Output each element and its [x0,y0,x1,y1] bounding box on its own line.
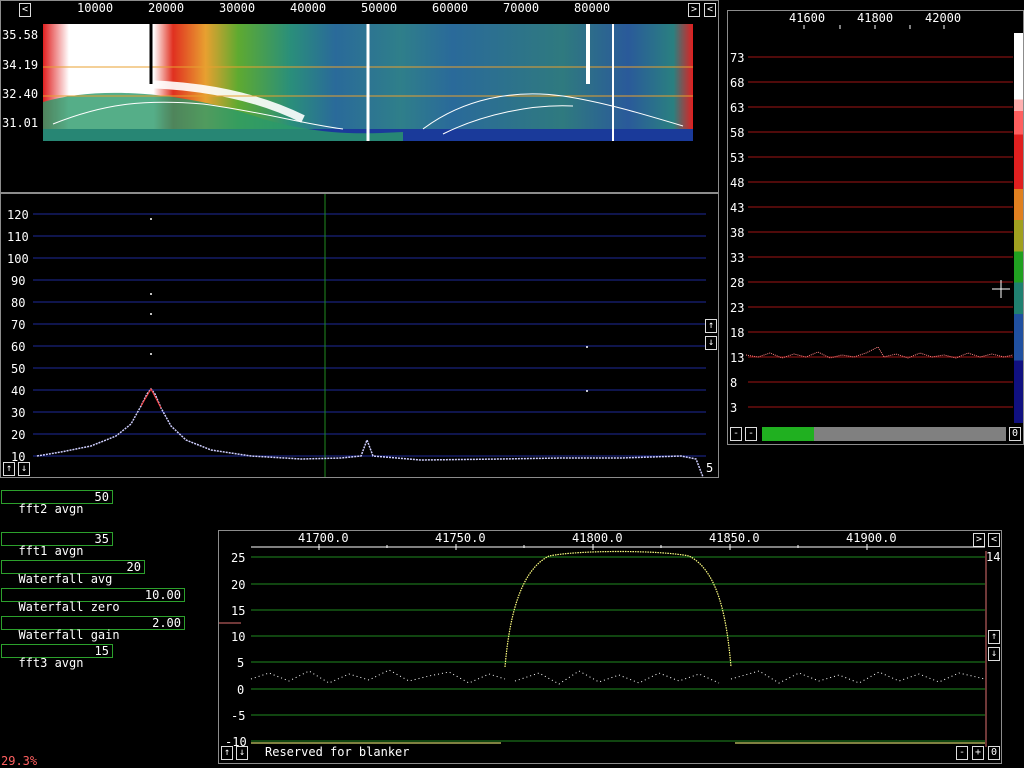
waterfall-avg-param[interactable]: Waterfall avg 20 [1,560,145,585]
hires-y-label: 38 [730,226,745,240]
hires-y-label: 18 [730,326,745,340]
param-label: fft1 avgn [18,544,84,558]
baseband-y-label: -5 [231,709,246,723]
baseband-minus-button[interactable]: - [956,746,968,760]
waterfall-time-label: 34.19 [2,58,39,72]
waterfall-time-label: 35.58 [2,28,39,42]
hires-y-label: 73 [730,51,745,65]
baseband-bottom-value[interactable]: 0 [988,746,1000,760]
waterfall-scroll-left-button-2[interactable]: < [704,3,716,17]
freq-tick-label: 80000 [574,1,611,15]
fft1-avgn-param[interactable]: fft1 avgn 35 [1,532,113,557]
spectrum-zero-down-button[interactable]: ↓ [18,462,30,476]
baseband-panel[interactable]: 41700.0 41750.0 41800.0 41850.0 41900.0 … [218,530,1002,764]
freq-tick-label: 60000 [432,1,469,15]
baseband-y-label: 10 [231,630,246,644]
param-label: fft2 avgn [18,502,84,516]
spectrum-y-label: 20 [11,428,26,442]
waterfall-panel[interactable]: < > < 10000 20000 30000 40000 50000 6000… [0,0,719,193]
baseband-y-label: 15 [231,604,246,618]
baseband-y-label: 25 [231,551,246,565]
hires-y-label: 43 [730,201,745,215]
spectrum-zero-up-button[interactable]: ↑ [3,462,15,476]
hires-plot[interactable] [728,11,1013,429]
cpu-load-label: 29.3% [1,754,38,768]
freq-tick-label: 40000 [290,1,327,15]
hires-minus-button[interactable]: - [730,427,742,441]
baseband-zero-up-button[interactable]: ↑ [221,746,233,760]
param-value: 10.00 [144,588,181,602]
waterfall-freq-axis: 10000 20000 30000 40000 50000 60000 7000… [41,1,691,19]
waterfall-image[interactable] [43,24,693,141]
param-value: 50 [94,490,109,504]
hires-y-label: 8 [730,376,738,390]
param-label: Waterfall gain [18,628,120,642]
hires-bottom-value[interactable]: 0 [1009,427,1021,441]
fft3-avgn-param[interactable]: fft3 avgn 15 [1,644,113,669]
spectrum-panel[interactable]: 120 110 100 90 80 70 60 50 40 30 20 10 ↑… [0,193,719,478]
spectrum-y-label: 80 [11,296,26,310]
spectrum-y-label: 50 [11,362,26,376]
fft2-avgn-param[interactable]: fft2 avgn 50 [1,490,113,515]
hires-y-label: 53 [730,151,745,165]
freq-tick-label: 20000 [148,1,185,15]
spectrum-y-label: 120 [7,208,29,222]
spectrum-y-label: 70 [11,318,26,332]
freq-tick-label: 10000 [77,1,114,15]
baseband-plus-button[interactable]: + [972,746,984,760]
freq-tick-label: 70000 [503,1,540,15]
param-label: Waterfall avg [18,572,113,586]
spectrum-y-label: 60 [11,340,26,354]
hires-y-label: 28 [730,276,745,290]
hires-y-label: 63 [730,101,745,115]
hires-y-label: 3 [730,401,738,415]
spectrum-scale-down-button[interactable]: ↓ [705,336,717,350]
spectrum-y-label: 30 [11,406,26,420]
param-label: Waterfall zero [18,600,120,614]
param-label: fft3 avgn [18,656,84,670]
waterfall-scroll-left-button[interactable]: < [19,3,31,17]
param-value: 15 [94,644,109,658]
baseband-scale-down-button[interactable]: ↓ [988,647,1000,661]
spectrum-y-label: 100 [7,252,29,266]
param-value: 20 [126,560,141,574]
baseband-plot[interactable] [219,531,1001,747]
freq-tick-label: 50000 [361,1,398,15]
baseband-zero-down-button[interactable]: ↓ [236,746,248,760]
spectrum-corner-label: 5 [706,461,714,475]
freq-tick-label: 30000 [219,1,256,15]
waterfall-time-label: 31.01 [2,116,39,130]
baseband-corner-value: 14 [986,550,1001,564]
hires-y-label: 58 [730,126,745,140]
param-value: 2.00 [152,616,181,630]
hires-y-label: 68 [730,76,745,90]
baseband-scale-up-button[interactable]: ↑ [988,630,1000,644]
spectrum-y-label: 110 [7,230,29,244]
baseband-y-label: 0 [237,683,245,697]
hires-y-label: 33 [730,251,745,265]
hires-y-label: 48 [730,176,745,190]
spectrum-y-label: 40 [11,384,26,398]
baseband-y-label: 5 [237,656,245,670]
hires-y-label: 23 [730,301,745,315]
hires-level-bar[interactable] [762,427,1006,441]
hires-panel[interactable]: 41600 41800 42000 73 68 63 58 53 48 43 3… [727,10,1024,445]
spectrum-scale-up-button[interactable]: ↑ [705,319,717,333]
hires-minus-button-2[interactable]: - [745,427,757,441]
waterfall-time-label: 32.40 [2,87,39,101]
spectrum-plot[interactable] [1,194,718,477]
waterfall-zero-param[interactable]: Waterfall zero 10.00 [1,588,185,613]
hires-y-label: 13 [730,351,745,365]
waterfall-gain-param[interactable]: Waterfall gain 2.00 [1,616,185,641]
hires-level-fill [762,427,814,441]
hires-colorbar [1014,33,1023,423]
baseband-y-label: 20 [231,578,246,592]
baseband-status-text: Reserved for blanker [265,745,410,759]
param-value: 35 [94,532,109,546]
spectrum-y-label: 90 [11,274,26,288]
